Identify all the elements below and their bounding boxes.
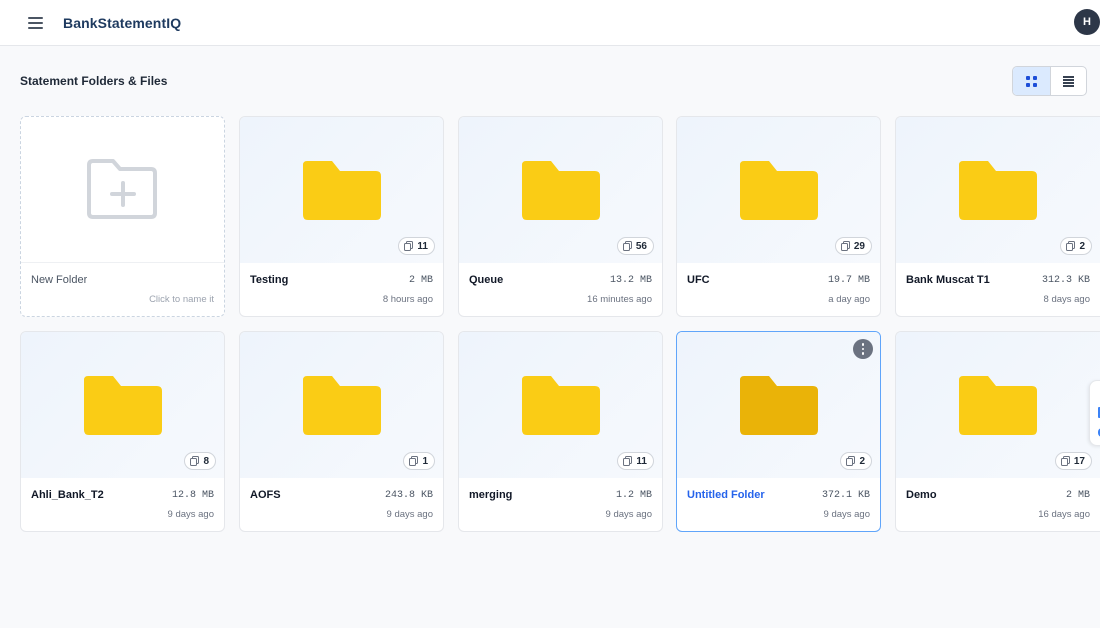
folder-card-testing[interactable]: 11 Testing 2 MB 8 hours ago [239, 116, 444, 317]
file-count: 17 [1073, 455, 1085, 467]
folder-name: AOFS [250, 489, 281, 501]
folder-name: Demo [906, 489, 937, 501]
folder-modified: a day ago [828, 294, 870, 305]
file-count-badge: 17 [1054, 452, 1092, 470]
file-count: 2 [1079, 240, 1085, 252]
folder-card-queue[interactable]: 56 Queue 13.2 MB 16 minutes ago [458, 116, 663, 317]
grid-icon [1025, 75, 1037, 87]
file-count-badge: 11 [398, 237, 435, 255]
folder-modified: 9 days ago [823, 509, 870, 520]
document-icon [1066, 241, 1076, 251]
folder-name: Testing [250, 274, 289, 286]
file-count-badge: 11 [617, 452, 654, 470]
folder-name: Ahli_Bank_T2 [31, 489, 104, 501]
folder-size: 1.2 MB [615, 490, 652, 501]
hamburger-menu-icon[interactable] [26, 14, 46, 32]
folder-size: 13.2 MB [609, 275, 652, 286]
card-thumbnail: 11 [459, 332, 662, 478]
card-thumbnail: 2 [896, 117, 1100, 263]
new-folder-hint: Click to name it [149, 294, 214, 305]
folder-size: 372.1 KB [821, 490, 870, 501]
side-panel-handle[interactable] [1089, 380, 1100, 446]
folder-card-merging[interactable]: 11 merging 1.2 MB 9 days ago [458, 331, 663, 532]
app-title[interactable]: BankStatementIQ [63, 15, 181, 31]
folder-icon [740, 161, 818, 220]
file-count-badge: 29 [834, 237, 872, 255]
folder-icon [522, 376, 600, 435]
document-icon [409, 456, 419, 466]
card-thumbnail: 1 [240, 332, 443, 478]
document-icon [1060, 456, 1070, 466]
file-count-badge: 1 [403, 452, 435, 470]
list-view-button[interactable] [1049, 67, 1087, 95]
folder-card-ahli-bank-t2[interactable]: 8 Ahli_Bank_T2 12.8 MB 9 days ago [20, 331, 225, 532]
folder-modified: 9 days ago [167, 509, 214, 520]
file-count: 11 [417, 240, 428, 252]
folder-icon [84, 376, 162, 435]
folder-size: 19.7 MB [827, 275, 870, 286]
card-thumbnail: 29 [677, 117, 880, 263]
folder-size: 243.8 KB [384, 490, 433, 501]
folder-size: 312.3 KB [1041, 275, 1090, 286]
folder-icon [959, 161, 1037, 220]
file-count-badge: 2 [1060, 237, 1092, 255]
folder-modified: 9 days ago [605, 509, 652, 520]
folder-card-bank-muscat-t1[interactable]: 2 Bank Muscat T1 312.3 KB 8 days ago [895, 116, 1100, 317]
file-count: 56 [635, 240, 647, 252]
document-icon [623, 456, 633, 466]
file-count: 11 [636, 455, 647, 467]
card-thumbnail: 56 [459, 117, 662, 263]
document-icon [846, 456, 856, 466]
file-count-badge: 8 [184, 452, 216, 470]
folder-modified: 9 days ago [386, 509, 433, 520]
folder-modified: 8 hours ago [382, 294, 433, 305]
folder-modified: 8 days ago [1043, 294, 1090, 305]
file-count-badge: 2 [840, 452, 872, 470]
folder-name: Queue [469, 274, 504, 286]
new-folder-label: New Folder [31, 274, 88, 286]
new-folder-card[interactable]: New Folder Click to name it [20, 116, 225, 317]
folder-modified: 16 minutes ago [587, 294, 652, 305]
more-vertical-icon[interactable] [853, 339, 873, 359]
file-count: 8 [203, 455, 209, 467]
list-icon [1062, 76, 1074, 87]
folder-card-aofs[interactable]: 1 AOFS 243.8 KB 9 days ago [239, 331, 444, 532]
folder-card-untitled-folder[interactable]: 2 Untitled Folder 372.1 KB 9 days ago [676, 331, 881, 532]
user-avatar[interactable]: H [1074, 9, 1100, 35]
document-icon [404, 241, 414, 251]
file-count: 2 [859, 455, 865, 467]
card-thumbnail: 2 [677, 332, 880, 478]
file-count: 29 [853, 240, 865, 252]
document-icon [190, 456, 200, 466]
document-icon [840, 241, 850, 251]
document-icon [622, 241, 632, 251]
page-title: Statement Folders & Files [20, 74, 168, 88]
card-thumbnail: 8 [21, 332, 224, 478]
folder-icon [959, 376, 1037, 435]
file-count: 1 [422, 455, 428, 467]
folder-card-demo[interactable]: 17 Demo 2 MB 16 days ago [895, 331, 1100, 532]
card-thumbnail: 17 [896, 332, 1100, 478]
folder-name: merging [469, 489, 513, 501]
folder-card-ufc[interactable]: 29 UFC 19.7 MB a day ago [676, 116, 881, 317]
view-toggle [1012, 66, 1087, 96]
folder-icon [740, 376, 818, 435]
card-thumbnail [21, 117, 224, 263]
folder-name: Untitled Folder [687, 489, 765, 501]
folder-modified: 16 days ago [1038, 509, 1090, 520]
grid-view-button[interactable] [1013, 67, 1050, 95]
top-bar: BankStatementIQ H [0, 0, 1100, 46]
folder-name: UFC [687, 274, 710, 286]
card-thumbnail: 11 [240, 117, 443, 263]
folder-icon [303, 161, 381, 220]
folder-size: 2 MB [408, 275, 433, 286]
folder-size: 2 MB [1065, 490, 1090, 501]
folder-size: 12.8 MB [171, 490, 214, 501]
folder-plus-icon [87, 159, 157, 219]
file-count-badge: 56 [616, 237, 654, 255]
folder-icon [303, 376, 381, 435]
folder-name: Bank Muscat T1 [906, 274, 990, 286]
folder-icon [522, 161, 600, 220]
